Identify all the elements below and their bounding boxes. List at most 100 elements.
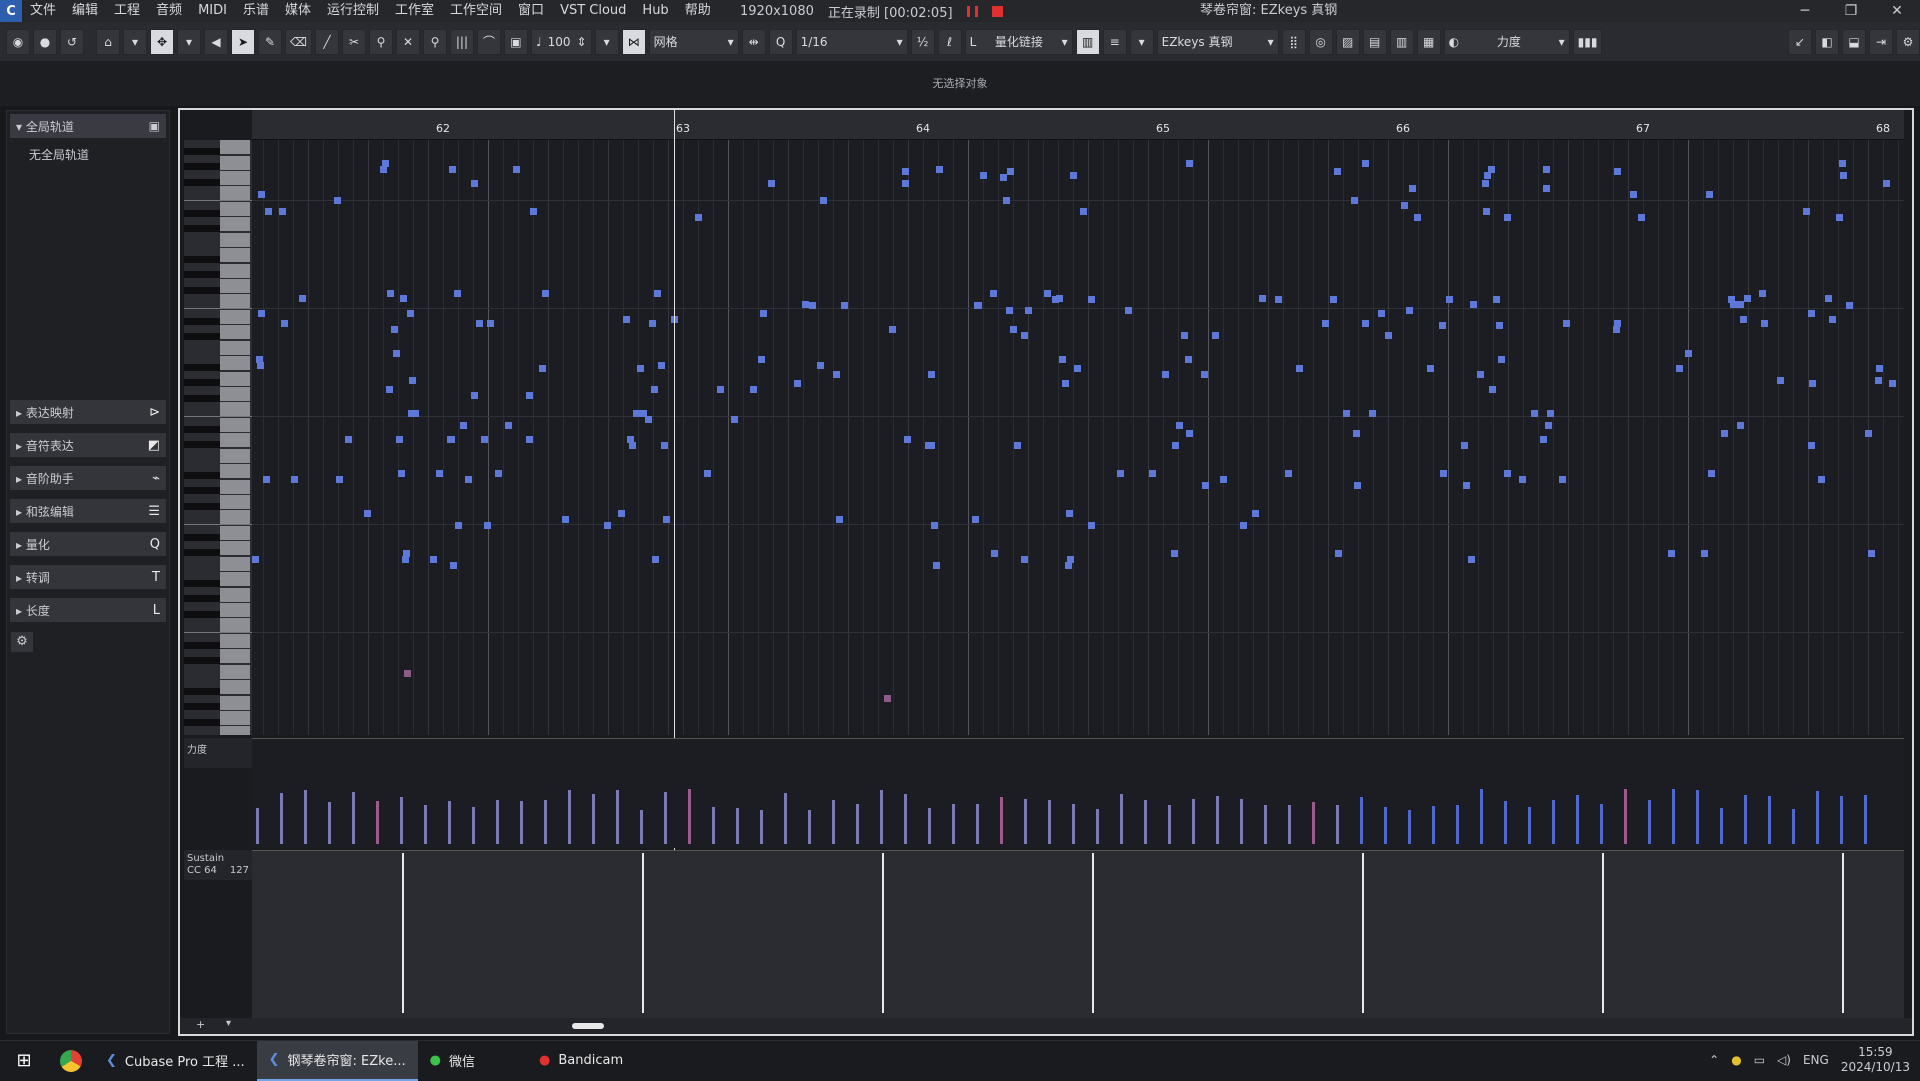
white-key[interactable] — [220, 294, 250, 309]
midi-note[interactable] — [1463, 482, 1470, 489]
midi-note[interactable] — [1482, 180, 1489, 187]
midi-note[interactable] — [1759, 290, 1766, 297]
velocity-bar[interactable] — [1336, 805, 1339, 844]
midi-note[interactable] — [412, 410, 419, 417]
velocity-bar[interactable] — [616, 790, 619, 844]
midi-note[interactable] — [1808, 442, 1815, 449]
midi-note[interactable] — [1007, 168, 1014, 175]
midi-note[interactable] — [1117, 470, 1124, 477]
white-key[interactable] — [220, 171, 250, 185]
white-key[interactable] — [220, 402, 250, 417]
midi-note[interactable] — [1003, 197, 1010, 204]
velocity-bar[interactable] — [1264, 805, 1267, 844]
midi-note[interactable] — [1414, 214, 1421, 221]
midi-note[interactable] — [299, 295, 306, 302]
midi-note[interactable] — [1504, 470, 1511, 477]
velocity-bar[interactable] — [1144, 800, 1147, 844]
black-key[interactable] — [184, 487, 220, 494]
midi-note[interactable] — [1021, 556, 1028, 563]
export-icon[interactable]: ⇥ — [1869, 28, 1893, 55]
velocity-bar[interactable] — [1480, 789, 1483, 844]
midi-note[interactable] — [1252, 510, 1259, 517]
line-icon[interactable]: ╱ — [314, 28, 339, 55]
midi-note[interactable] — [936, 166, 943, 173]
velocity-bar[interactable] — [1624, 789, 1627, 844]
midi-note[interactable] — [382, 160, 389, 167]
midi-note[interactable] — [654, 290, 661, 297]
velocity-bar[interactable] — [808, 810, 811, 844]
globe-icon[interactable]: ◎ — [1308, 28, 1333, 55]
chevron-down-icon[interactable]: ▾ — [177, 28, 201, 55]
midi-note[interactable] — [345, 436, 352, 443]
midi-note[interactable] — [802, 301, 809, 308]
close-icon[interactable]: ✕ — [1874, 0, 1920, 22]
black-key[interactable] — [184, 534, 220, 541]
velocity-bar[interactable] — [1576, 795, 1579, 844]
midi-note[interactable] — [476, 320, 483, 327]
pointer-icon[interactable]: ➤ — [231, 28, 255, 55]
quantize-dropdown[interactable]: 1/16 ▾ — [795, 28, 908, 55]
menu-score[interactable]: 乐谱 — [235, 0, 277, 22]
pencil-icon[interactable]: ✎ — [258, 28, 282, 55]
midi-note[interactable] — [817, 362, 824, 369]
midi-note[interactable] — [1876, 365, 1883, 372]
black-key[interactable] — [184, 503, 220, 510]
midi-note[interactable] — [364, 510, 371, 517]
black-key[interactable] — [184, 179, 220, 186]
midi-note[interactable] — [526, 436, 533, 443]
midi-note[interactable] — [1803, 208, 1810, 215]
midi-note[interactable] — [1378, 310, 1385, 317]
midi-note[interactable] — [1125, 307, 1132, 314]
taskbar-cubase-project[interactable]: ❮ Cubase Pro 工程 ... — [94, 1041, 257, 1081]
midi-note[interactable] — [1427, 365, 1434, 372]
black-key[interactable] — [184, 703, 220, 710]
menu-midi[interactable]: MIDI — [190, 0, 235, 22]
midi-note[interactable] — [980, 172, 987, 179]
midi-note[interactable] — [758, 356, 765, 363]
sustain-event[interactable] — [1362, 853, 1364, 1013]
section-chord-editing[interactable]: ▸ 和弦编辑 ☰ — [10, 499, 166, 523]
velocity-bar[interactable] — [424, 805, 427, 844]
velocity-bar[interactable] — [1168, 805, 1171, 844]
white-key[interactable] — [220, 140, 250, 155]
midi-note[interactable] — [495, 470, 502, 477]
velocity-bar[interactable] — [256, 808, 259, 844]
menu-audio[interactable]: 音频 — [148, 0, 190, 22]
taskbar-wechat[interactable]: ● 微信 — [418, 1041, 487, 1081]
velocity-bar[interactable] — [1744, 795, 1747, 844]
black-key[interactable] — [184, 426, 220, 433]
white-key[interactable] — [220, 186, 250, 201]
snap-type-dropdown[interactable]: 网格 ▾ — [648, 28, 739, 55]
velocity-bar[interactable] — [1768, 796, 1771, 844]
midi-note[interactable] — [1559, 476, 1566, 483]
midi-note[interactable] — [487, 320, 494, 327]
midi-note[interactable] — [928, 371, 935, 378]
midi-note[interactable] — [455, 522, 462, 529]
panel-icon[interactable]: ▣ — [149, 119, 160, 133]
midi-note[interactable] — [652, 556, 659, 563]
midi-note[interactable] — [1176, 422, 1183, 429]
midi-note[interactable] — [833, 371, 840, 378]
black-key[interactable] — [184, 657, 220, 664]
midi-note[interactable] — [1212, 332, 1219, 339]
midi-note[interactable] — [1706, 191, 1713, 198]
snap-to-zero-icon[interactable]: ⇹ — [741, 28, 766, 55]
menu-edit[interactable]: 编辑 — [64, 0, 106, 22]
gear-icon[interactable]: ⚙ — [11, 632, 33, 652]
midi-note[interactable] — [1883, 180, 1890, 187]
midi-note[interactable] — [281, 320, 288, 327]
midi-note[interactable] — [1630, 191, 1637, 198]
midi-note[interactable] — [1409, 185, 1416, 192]
midi-note[interactable] — [1498, 356, 1505, 363]
velocity-bar[interactable] — [1696, 790, 1699, 844]
white-key[interactable] — [220, 356, 250, 371]
white-key[interactable] — [220, 603, 250, 617]
velocity-bar[interactable] — [352, 792, 355, 844]
midi-note[interactable] — [1440, 470, 1447, 477]
menu-project[interactable]: 工程 — [106, 0, 148, 22]
white-key[interactable] — [220, 263, 250, 278]
midi-note[interactable] — [1362, 320, 1369, 327]
midi-note[interactable] — [291, 476, 298, 483]
zoom-icon[interactable]: ⚲ — [422, 28, 447, 55]
step-out-icon[interactable]: ▦ — [1416, 28, 1441, 55]
